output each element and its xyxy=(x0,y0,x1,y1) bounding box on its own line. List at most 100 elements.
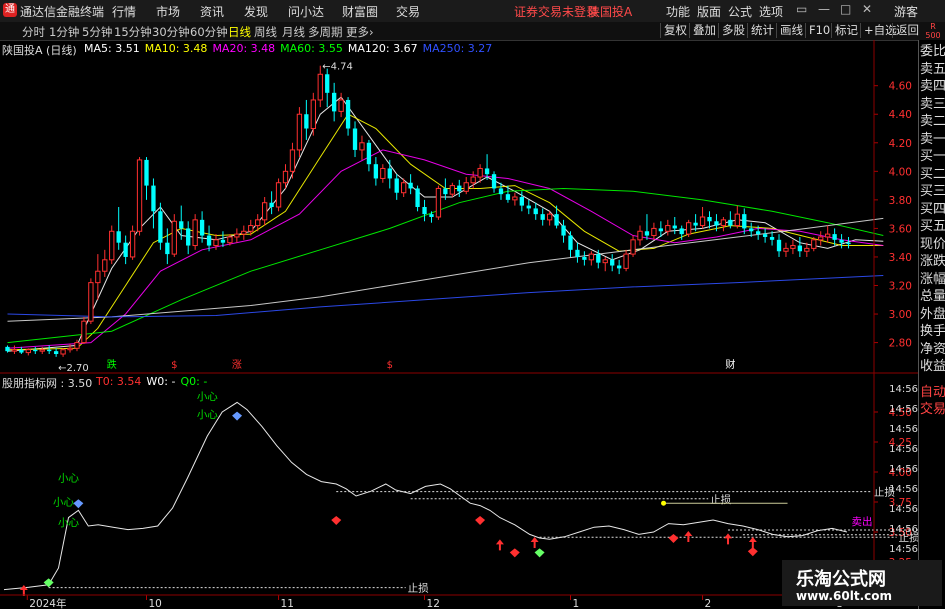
candle-body xyxy=(699,216,706,227)
arrow-up-icon xyxy=(724,533,733,545)
candle-body xyxy=(602,259,608,264)
period-30min[interactable]: 30分钟 xyxy=(152,24,190,40)
sub-time-label: 14:56 xyxy=(889,504,918,515)
candle-body xyxy=(67,347,73,351)
period-day[interactable]: 日线 xyxy=(228,24,251,40)
sub-time-label: 14:56 xyxy=(889,404,918,415)
x-tick-label: 2 xyxy=(705,598,712,609)
sub-time-label: 14:56 xyxy=(889,424,918,435)
candle-body xyxy=(630,239,636,255)
menu-xuanxiang[interactable]: 选项 xyxy=(759,3,783,20)
candle-body xyxy=(401,182,407,194)
period-week[interactable]: 周线 xyxy=(254,24,277,40)
candle-body xyxy=(526,205,531,209)
sub-time-label: 14:56 xyxy=(889,444,918,455)
login-warning[interactable]: 证券交易未登录 xyxy=(514,3,598,20)
candle-body xyxy=(651,227,657,237)
candle-body xyxy=(192,219,198,247)
period-month[interactable]: 月线 xyxy=(282,24,305,40)
menu-jiaoyi[interactable]: 交易 xyxy=(396,3,420,20)
menu-shichang[interactable]: 市场 xyxy=(156,3,180,20)
event-marker: 涨 xyxy=(232,359,242,371)
x-tick-label: 2024年 xyxy=(29,597,66,609)
diejia-button[interactable]: 叠加 xyxy=(689,23,719,38)
arrow-up-icon xyxy=(684,531,693,542)
close-icon[interactable]: ✕ xyxy=(862,2,872,16)
candle-body xyxy=(129,230,136,258)
side-tab-r-top: R xyxy=(930,22,936,31)
y-tick-label: 3.80 xyxy=(889,195,912,207)
side-tab-r[interactable]: R 500 xyxy=(923,22,943,40)
candle-body xyxy=(804,247,810,252)
menu-gongshi[interactable]: 公式 xyxy=(728,3,752,20)
period-15min[interactable]: 15分钟 xyxy=(114,24,152,40)
period-multi[interactable]: 多周期 xyxy=(308,24,343,40)
candle-body xyxy=(144,159,149,186)
menu-wenxiaoda[interactable]: 问小达 xyxy=(288,3,324,20)
candle-body xyxy=(179,221,184,229)
menu-caifuquan[interactable]: 财富圈 xyxy=(342,3,378,20)
legend-item: MA5: 3.51 xyxy=(84,42,140,55)
candle-body xyxy=(95,270,101,284)
huaxian-button[interactable]: 画线 xyxy=(776,23,806,38)
menu-gongneng[interactable]: 功能 xyxy=(666,3,690,20)
candle-body xyxy=(332,92,337,112)
candle-body xyxy=(443,188,448,195)
back-button[interactable]: 返回 xyxy=(892,23,922,38)
arrow-up-icon xyxy=(748,537,757,548)
xiaoxin-label: 小心 xyxy=(58,473,79,485)
candle-body xyxy=(457,185,462,192)
sub-y-axis: 3.253.503.754.004.254.5014:5614:5614:561… xyxy=(874,384,918,575)
period-1min[interactable]: 1分钟 xyxy=(49,24,79,40)
candle-body xyxy=(498,188,504,195)
duogu-button[interactable]: 多股 xyxy=(718,23,748,38)
period-more[interactable]: 更多› xyxy=(346,24,374,40)
candle-body xyxy=(136,159,143,232)
candle-body xyxy=(776,239,782,252)
x-tick-label: 10 xyxy=(148,598,161,609)
candle-body xyxy=(422,207,427,215)
watermark-line1: 乐淘公式网 xyxy=(796,569,886,590)
candle-body xyxy=(512,196,518,201)
high-marker: ←4.74 xyxy=(322,62,353,73)
candle-body xyxy=(846,242,851,245)
sub-time-label: 14:56 xyxy=(889,464,918,475)
side-label: 换手 xyxy=(920,324,945,339)
legend-item: W0: - xyxy=(146,375,176,388)
candle-body xyxy=(533,208,538,215)
event-marker: 财 xyxy=(725,358,735,371)
main-legend-name: 陕国投A (日线) xyxy=(2,44,77,57)
candle-body xyxy=(296,113,303,151)
period-fenshi[interactable]: 分时 xyxy=(22,24,45,40)
candle-body xyxy=(769,236,775,240)
fuquan-button[interactable]: 复权 xyxy=(660,23,690,38)
side-tab-r-bottom: 500 xyxy=(925,31,941,40)
f10-button[interactable]: F10 xyxy=(805,23,833,38)
candle-body xyxy=(186,228,191,246)
candle-body xyxy=(491,174,497,189)
kline-chart[interactable]: 2.80 3.00 3.20 3.40 3.60 3.80 4.00 4.20 4.40 4.60… xyxy=(0,40,918,609)
event-marker: $ xyxy=(171,360,177,371)
maximize-icon[interactable]: □ xyxy=(840,2,851,16)
period-60min[interactable]: 60分钟 xyxy=(190,24,228,40)
menu-banmian[interactable]: 版面 xyxy=(697,3,721,20)
guest-label[interactable]: 游客 xyxy=(894,3,918,20)
tongji-button[interactable]: 统计 xyxy=(747,23,777,38)
menu-hangqing[interactable]: 行情 xyxy=(112,3,136,20)
sub-legend-items: T0: 3.54 W0: - Q0: - xyxy=(96,375,212,388)
menu-zixun[interactable]: 资讯 xyxy=(200,3,224,20)
side-label: 买一 xyxy=(920,149,945,164)
menu-faxian[interactable]: 发现 xyxy=(244,3,268,20)
stock-name-header: 陕国投A xyxy=(588,5,633,19)
candle-body xyxy=(790,245,796,249)
restore-icon[interactable]: ▭ xyxy=(796,2,807,16)
side-label: 卖四 xyxy=(920,79,945,94)
candle-body xyxy=(60,349,66,355)
diamond-red-icon xyxy=(747,547,758,557)
minimize-icon[interactable]: — xyxy=(818,2,830,16)
biaoji-button[interactable]: 标记 xyxy=(831,23,861,38)
period-5min[interactable]: 5分钟 xyxy=(82,24,112,40)
candle-body xyxy=(554,214,559,226)
candle-body xyxy=(839,239,844,243)
candle-body xyxy=(81,320,87,344)
